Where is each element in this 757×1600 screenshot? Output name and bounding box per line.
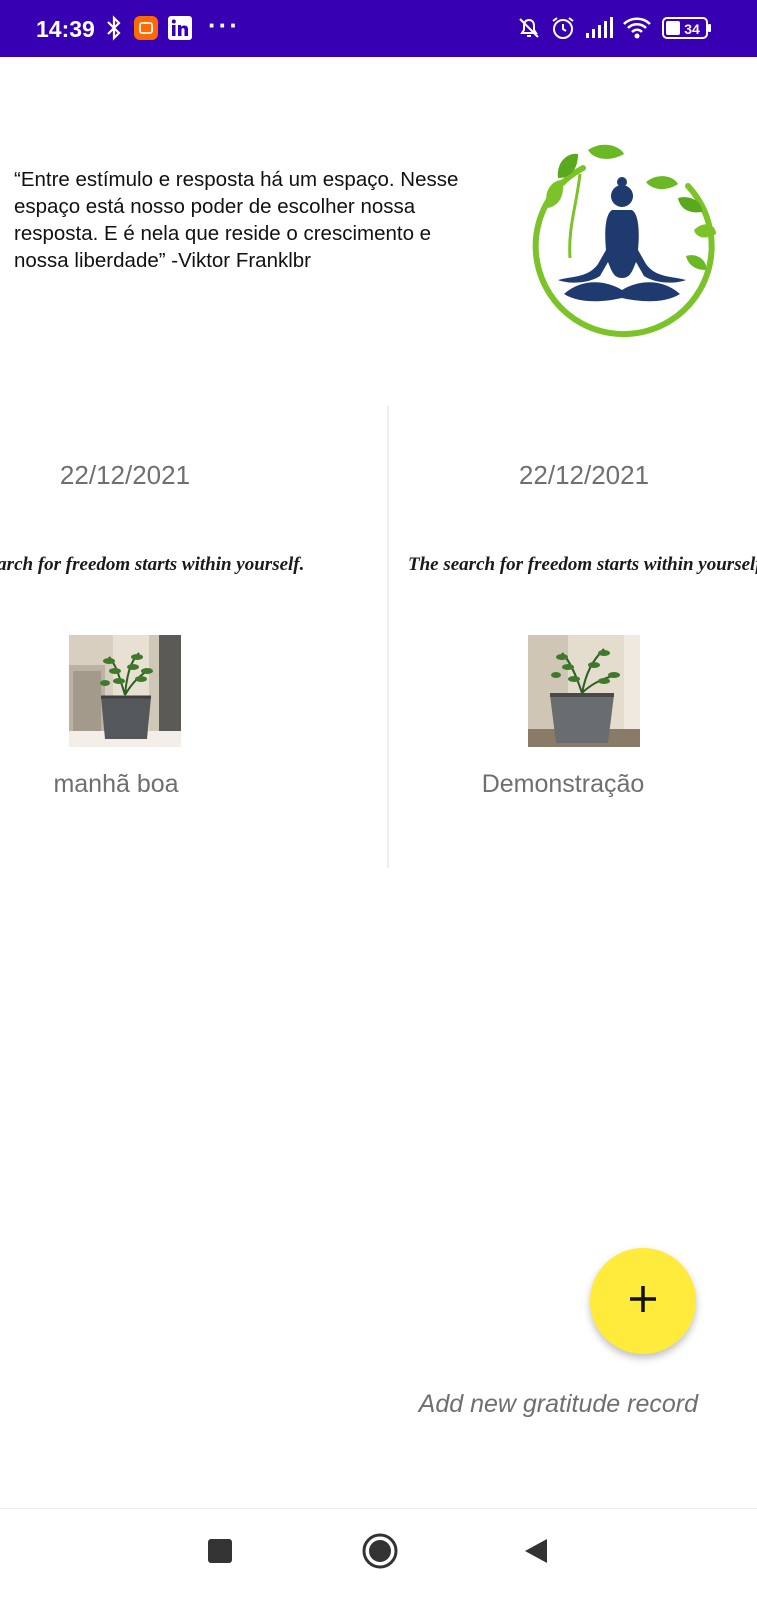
back-triangle-icon[interactable] [514,1529,558,1573]
plus-icon [626,1282,660,1321]
record-caption: manhã boa [53,770,179,798]
record-photo[interactable] [69,635,181,747]
record-caption: Demonstração [481,770,645,798]
recents-square-icon[interactable] [198,1529,242,1573]
alarm-icon [550,14,576,42]
gratitude-record-card[interactable]: 22/12/2021 The search for freedom starts… [389,406,757,868]
signal-icon [584,14,614,42]
wifi-icon [622,14,652,42]
add-record-label: Add new gratitude record [418,1390,698,1418]
record-photo[interactable] [528,635,640,747]
meditation-logo-icon [528,138,718,338]
add-record-button[interactable] [590,1248,696,1354]
record-date: 22/12/2021 [59,460,191,490]
mi-app-icon [134,14,158,42]
home-circle-icon[interactable] [356,1527,404,1575]
gratitude-record-card[interactable]: 22/12/2021 The search for freedom starts… [0,406,386,868]
record-phrase: The search for freedom starts within you… [0,554,305,575]
battery-level: 34 [684,21,700,37]
more-notifications: ··· [208,10,240,40]
record-date: 22/12/2021 [518,460,650,490]
system-nav-bar [0,1508,757,1600]
status-bar: 14:39 ··· 34 [0,0,757,57]
status-time: 14:39 [36,16,95,42]
linkedin-icon [168,14,192,42]
bluetooth-icon [106,14,122,42]
header-quote: “Entre estímulo e resposta há um espaço.… [14,168,459,272]
record-phrase: The search for freedom starts within you… [408,554,757,575]
mute-icon [516,14,542,42]
